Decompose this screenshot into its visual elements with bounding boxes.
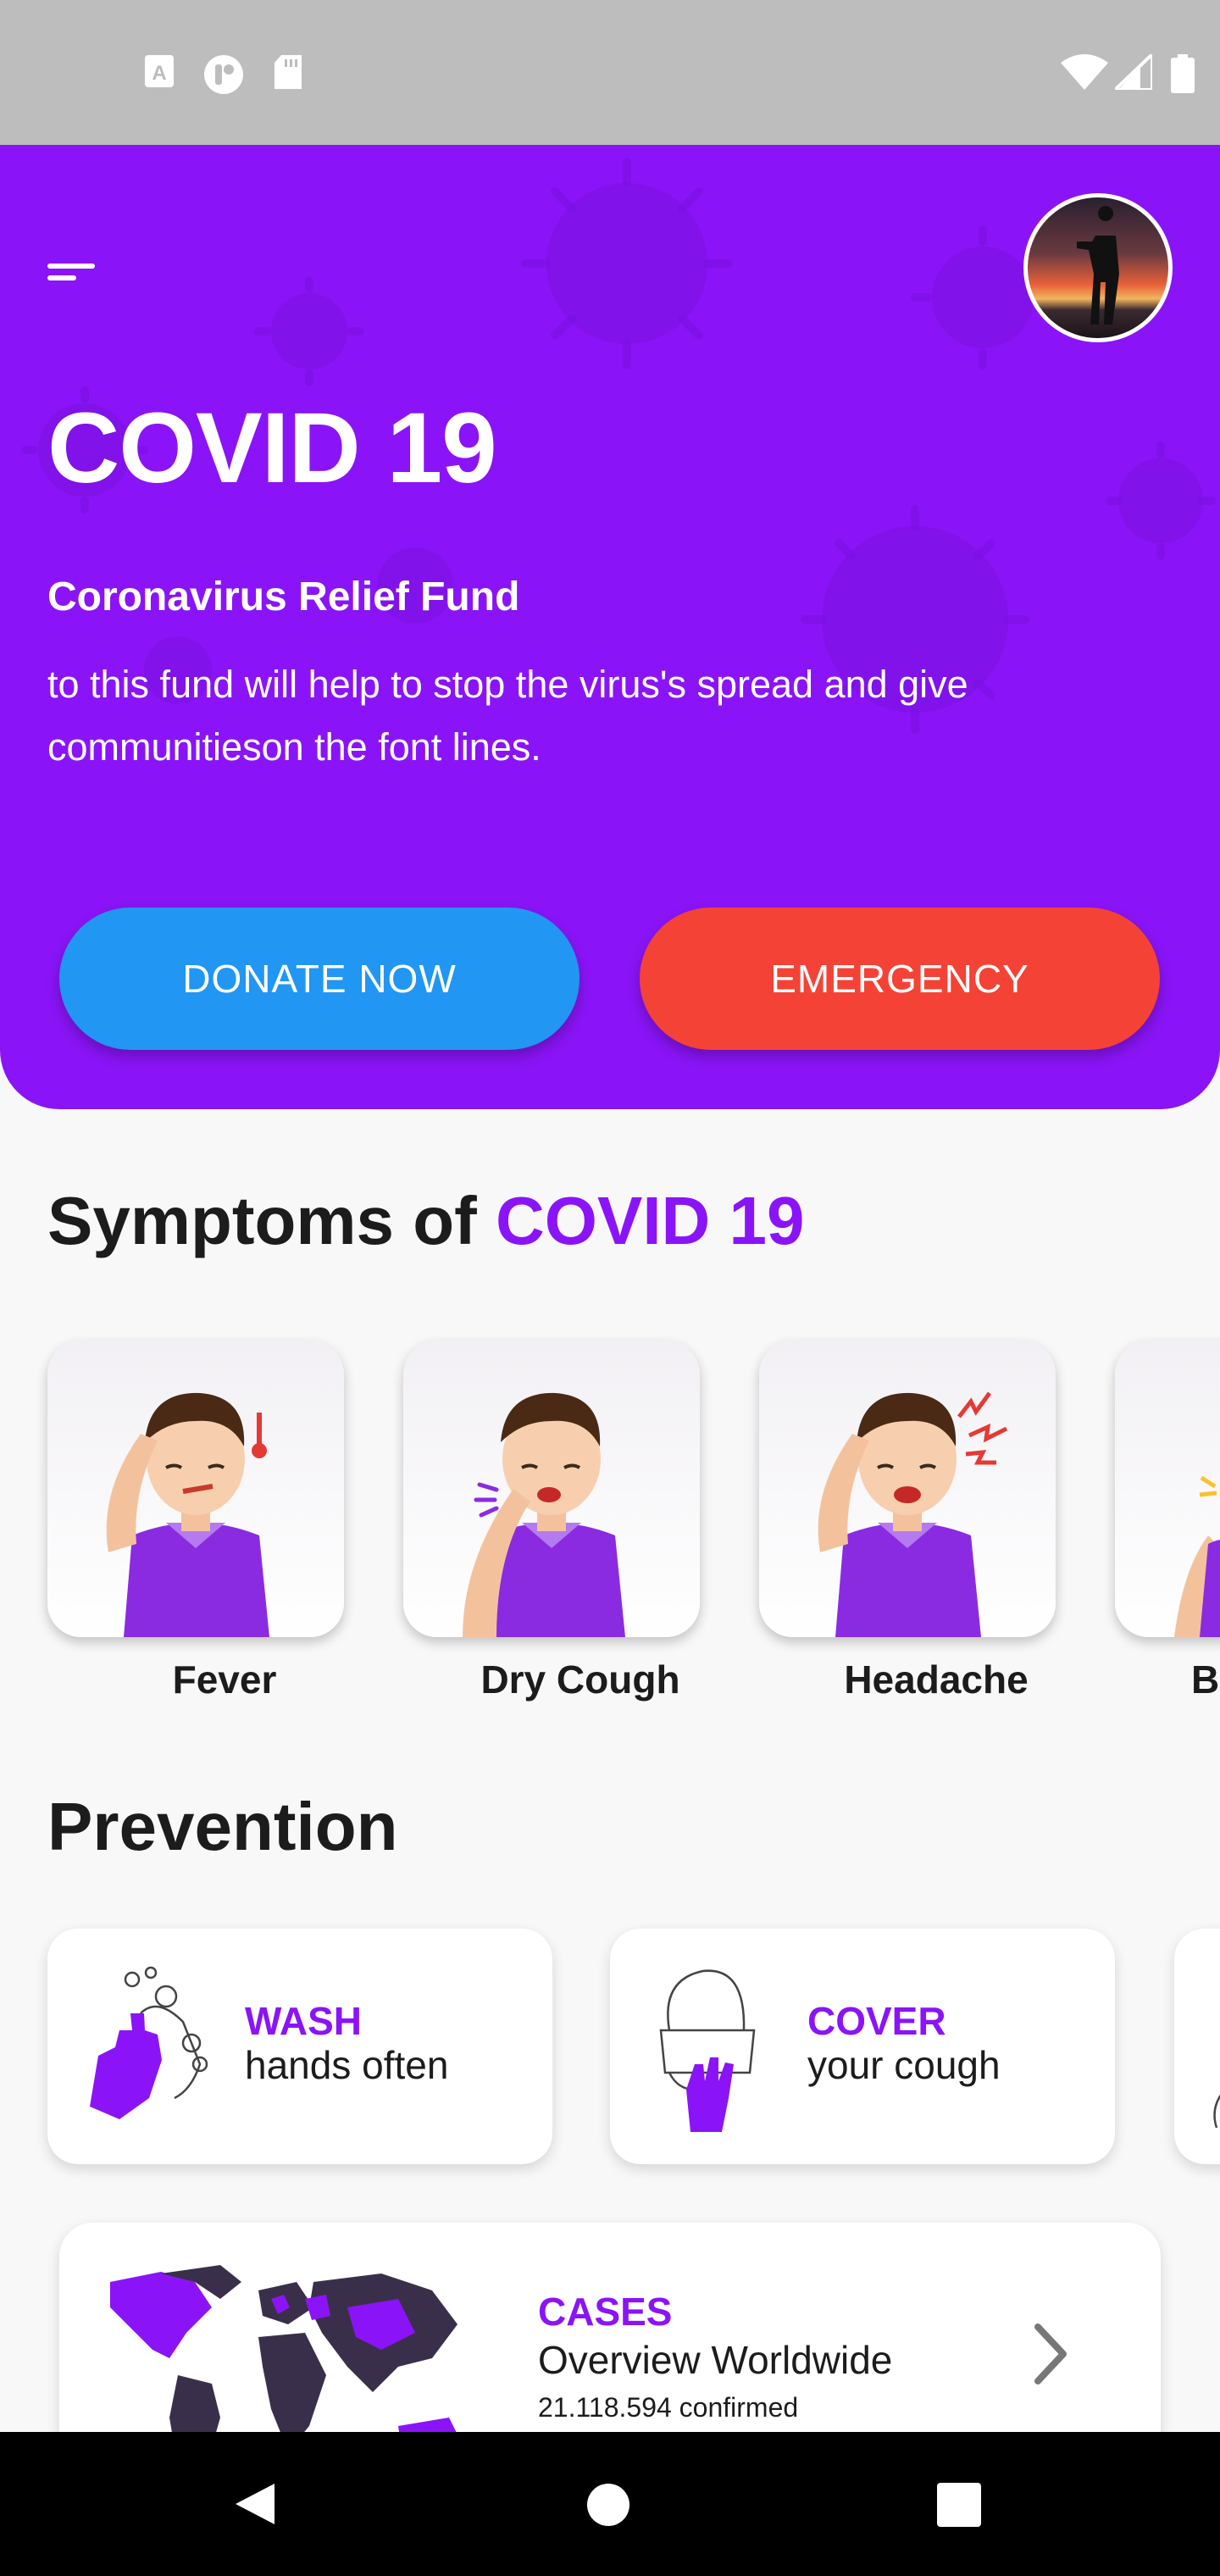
prevention-card-subtitle: hands often (245, 2043, 449, 2087)
prevention-card-subtitle: your cough (807, 2043, 1001, 2087)
sd-card-icon (274, 55, 302, 89)
menu-icon[interactable] (47, 253, 98, 287)
cases-subtitle: Overview Worldwide (538, 2338, 893, 2382)
status-bar: A (0, 0, 1220, 145)
cover-cough-icon (659, 1969, 756, 2132)
symptom-label: Headache (844, 1657, 1029, 1702)
hero-banner: COVID 19 Coronavirus Relief Fund to this… (0, 145, 1220, 1109)
symptom-card-fever[interactable] (47, 1341, 344, 1637)
cell-signal-icon (1115, 54, 1152, 90)
symptom-card-headache[interactable] (759, 1341, 1056, 1637)
cases-count: 21.118.594 confirmed (538, 2392, 799, 2423)
symptom-label: Fever (172, 1657, 277, 1702)
prevention-card-partial[interactable] (1174, 1929, 1220, 2164)
hero-subtitle: Coronavirus Relief Fund (47, 575, 520, 619)
emergency-button[interactable]: EMERGENCY (640, 908, 1160, 1050)
symptom-partial-illustration (1174, 1475, 1220, 1637)
symptom-label: B (1191, 1657, 1220, 1702)
symptoms-title-prefix: Symptoms of (47, 1183, 496, 1258)
back-icon[interactable] (230, 2480, 278, 2528)
chevron-right-icon[interactable] (1029, 2320, 1072, 2388)
app-root: { "hero": { "title": "COVID 19", "subtit… (0, 0, 1220, 2576)
hero-title: COVID 19 (47, 392, 497, 504)
battery-icon (1171, 54, 1195, 93)
keyboard-notification-icon: A (145, 55, 174, 87)
dry-cough-illustration (463, 1392, 625, 1637)
symptom-card-dry-cough[interactable] (403, 1341, 700, 1637)
donate-now-button[interactable]: DONATE NOW (59, 908, 580, 1050)
prevention-card-cover[interactable]: COVER your cough (610, 1929, 1115, 2164)
symptom-label: Dry Cough (480, 1657, 680, 1702)
symptoms-title-accent: COVID 19 (495, 1183, 805, 1258)
home-icon[interactable] (586, 2483, 630, 2527)
system-nav-bar (0, 2432, 1220, 2576)
headache-illustration (818, 1391, 1008, 1637)
prevention-title: Prevention (47, 1789, 398, 1864)
avatar-photo-silhouette (1077, 206, 1119, 325)
avatar[interactable] (1023, 193, 1173, 342)
recents-icon[interactable] (937, 2483, 981, 2527)
wifi-icon (1061, 54, 1108, 90)
svg-text:A: A (152, 62, 166, 85)
symptoms-title: Symptoms of COVID 19 (47, 1182, 805, 1260)
prevention-card-title: COVER (807, 1999, 946, 2043)
app-notification-icon (204, 55, 243, 94)
symptom-card-partial[interactable] (1115, 1341, 1220, 1637)
prevention-card-wash[interactable]: WASH hands often (47, 1929, 552, 2164)
prevention-partial-icon (1213, 2094, 1220, 2129)
cases-title: CASES (538, 2290, 673, 2334)
fever-illustration (106, 1392, 269, 1637)
hero-description: to this fund will help to stop the virus… (47, 663, 968, 769)
prevention-card-title: WASH (245, 1999, 362, 2043)
wash-hands-icon (90, 1966, 208, 2119)
